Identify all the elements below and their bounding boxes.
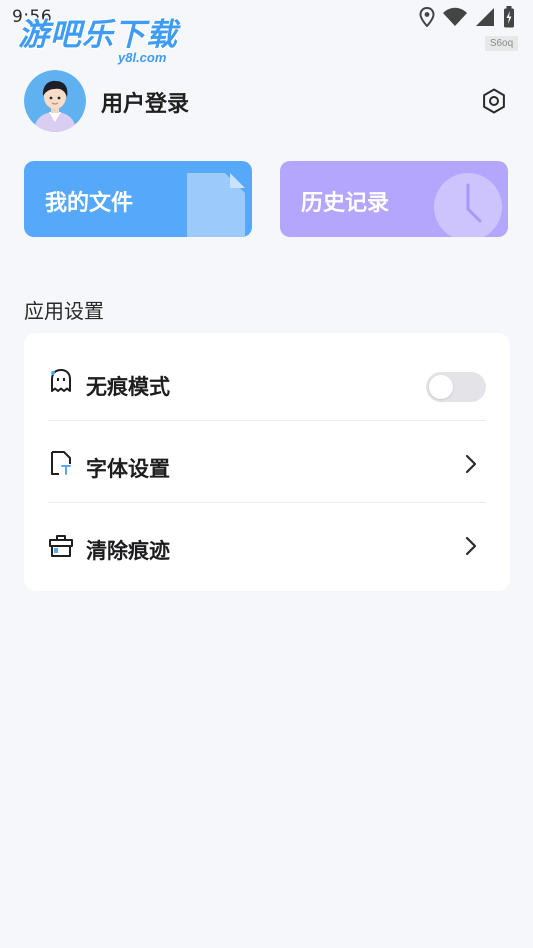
watermark-logo: 游吧乐下载 y8l.com xyxy=(18,17,178,65)
clock-icon xyxy=(434,173,502,237)
font-file-icon xyxy=(51,451,71,475)
user-login-link[interactable]: 用户登录 xyxy=(101,86,189,118)
cell-signal-icon xyxy=(476,8,494,26)
settings-row-clear[interactable]: 清除痕迹 xyxy=(24,504,510,584)
chevron-right-icon xyxy=(465,454,477,474)
settings-row-font[interactable]: 字体设置 xyxy=(24,422,510,502)
settings-row-incognito[interactable]: 无痕模式 xyxy=(24,340,510,420)
incognito-toggle[interactable] xyxy=(426,372,486,402)
history-card[interactable]: 历史记录 xyxy=(280,161,508,237)
app-settings-heading: 应用设置 xyxy=(24,299,104,323)
watermark-title: 游吧乐下载 xyxy=(18,17,178,53)
document-icon xyxy=(187,173,245,237)
settings-button[interactable] xyxy=(480,87,508,115)
avatar[interactable] xyxy=(24,70,86,132)
my-files-label: 我的文件 xyxy=(45,191,134,216)
wifi-icon xyxy=(443,7,467,26)
watermark-tag: S6oq xyxy=(485,36,518,51)
incognito-label: 无痕模式 xyxy=(86,375,170,399)
status-icons xyxy=(419,6,515,28)
font-settings-label: 字体设置 xyxy=(86,457,170,481)
clear-box-icon xyxy=(49,535,73,557)
toggle-knob xyxy=(429,375,453,399)
gear-icon xyxy=(483,88,505,114)
avatar-icon xyxy=(24,70,86,132)
row-divider xyxy=(48,502,486,503)
battery-icon xyxy=(504,6,514,28)
row-divider xyxy=(48,420,486,421)
ghost-icon xyxy=(51,369,71,392)
watermark-url: y8l.com xyxy=(118,50,167,65)
my-files-card[interactable]: 我的文件 xyxy=(24,161,252,237)
history-label: 历史记录 xyxy=(301,191,390,216)
settings-panel: 无痕模式 字体设置 清除痕迹 xyxy=(24,333,510,591)
location-icon xyxy=(419,7,435,27)
chevron-right-icon xyxy=(465,536,477,556)
clear-traces-label: 清除痕迹 xyxy=(86,539,170,563)
